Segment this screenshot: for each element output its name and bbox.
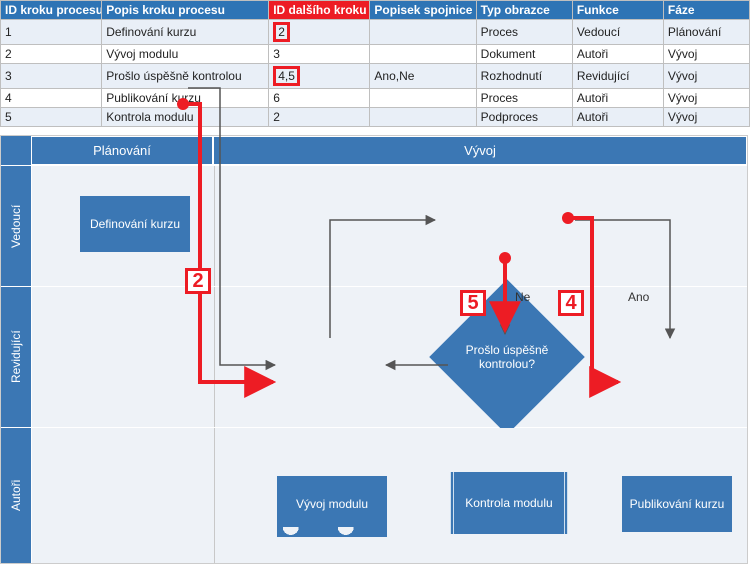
callout-5: 5	[460, 290, 486, 316]
phase-header: Plánování Vývoj	[1, 136, 747, 165]
col-id: ID kroku procesu	[1, 1, 102, 20]
edge-label-yes: Ano	[628, 290, 649, 304]
table-cell: 4,5	[269, 64, 370, 89]
table-cell: 2	[269, 20, 370, 45]
callout-4: 4	[558, 290, 584, 316]
highlight-next-id: 2	[273, 22, 290, 42]
lane-label-auth: Autoři	[1, 428, 31, 563]
shape-develop: Vývoj modulu	[277, 476, 387, 532]
table-cell: Autoři	[572, 45, 663, 64]
lane-auth: Autoři Vývoj modulu Kontrola modulu Publ…	[1, 427, 747, 563]
col-conn: Popisek spojnice	[370, 1, 476, 20]
table-cell	[370, 89, 476, 108]
table-cell: Vývoj	[663, 64, 749, 89]
table-cell: Autoři	[572, 108, 663, 127]
table-cell: Vývoj	[663, 108, 749, 127]
col-shape: Typ obrazce	[476, 1, 572, 20]
process-table: ID kroku procesu Popis kroku procesu ID …	[0, 0, 750, 127]
table-row: 1Definování kurzu2 ProcesVedoucíPlánování	[1, 20, 750, 45]
table-cell: 1	[1, 20, 102, 45]
col-next: ID dalšího kroku	[269, 1, 370, 20]
table-cell: 3	[269, 45, 370, 64]
table-cell	[370, 45, 476, 64]
table-cell: Rozhodnutí	[476, 64, 572, 89]
table-cell: Revidující	[572, 64, 663, 89]
col-phase: Fáze	[663, 1, 749, 20]
table-cell: Plánování	[663, 20, 749, 45]
table-cell: Ano,Ne	[370, 64, 476, 89]
lane-body-lead: Definování kurzu	[31, 166, 747, 286]
table-cell: Proces	[476, 89, 572, 108]
callout-2: 2	[185, 268, 211, 294]
col-func: Funkce	[572, 1, 663, 20]
table-cell: Definování kurzu	[102, 20, 269, 45]
table-cell: Prošlo úspěšně kontrolou	[102, 64, 269, 89]
table-cell: 5	[1, 108, 102, 127]
table-cell: Autoři	[572, 89, 663, 108]
swimlane-diagram: Plánování Vývoj Vedoucí Definování kurzu…	[0, 135, 748, 564]
highlight-next-id: 4,5	[273, 66, 300, 86]
shape-publish: Publikování kurzu	[622, 476, 732, 532]
corner-spacer	[1, 136, 31, 165]
lane-rev: Revidující Prošlo úspěšně kontrolou?	[1, 286, 747, 427]
phase-dev: Vývoj	[213, 136, 747, 165]
table-row: 2Vývoj modulu3 DokumentAutořiVývoj	[1, 45, 750, 64]
table-cell: Dokument	[476, 45, 572, 64]
phase-planning: Plánování	[31, 136, 213, 165]
lane-label-rev: Revidující	[1, 287, 31, 427]
table-header-row: ID kroku procesu Popis kroku procesu ID …	[1, 1, 750, 20]
table-cell: Vývoj modulu	[102, 45, 269, 64]
table-cell: 4	[1, 89, 102, 108]
table-cell: 2	[1, 45, 102, 64]
table-cell: Vedoucí	[572, 20, 663, 45]
table-cell: Proces	[476, 20, 572, 45]
table-cell: Publikování kurzu	[102, 89, 269, 108]
edge-label-no: Ne	[515, 290, 530, 304]
table-cell	[370, 20, 476, 45]
lane-label-lead: Vedoucí	[1, 166, 31, 286]
shape-define: Definování kurzu	[80, 196, 190, 252]
table-cell: Kontrola modulu	[102, 108, 269, 127]
table-cell: 3	[1, 64, 102, 89]
shape-check: Kontrola modulu	[450, 472, 568, 534]
table-row: 3Prošlo úspěšně kontrolou4,5 Ano,NeRozhod…	[1, 64, 750, 89]
table-cell: Vývoj	[663, 89, 749, 108]
table-cell: 2	[269, 108, 370, 127]
table-cell: Vývoj	[663, 45, 749, 64]
lane-body-auth: Vývoj modulu Kontrola modulu Publikování…	[31, 428, 747, 563]
table-row: 4Publikování kurzu6 ProcesAutořiVývoj	[1, 89, 750, 108]
table-row: 5Kontrola modulu2 PodprocesAutořiVývoj	[1, 108, 750, 127]
table-cell: Podproces	[476, 108, 572, 127]
lane-lead: Vedoucí Definování kurzu	[1, 165, 747, 286]
shape-decision-label: Prošlo úspěšně kontrolou?	[452, 302, 562, 412]
table-cell	[370, 108, 476, 127]
col-desc: Popis kroku procesu	[102, 1, 269, 20]
table-cell: 6	[269, 89, 370, 108]
lane-body-rev: Prošlo úspěšně kontrolou?	[31, 287, 747, 427]
